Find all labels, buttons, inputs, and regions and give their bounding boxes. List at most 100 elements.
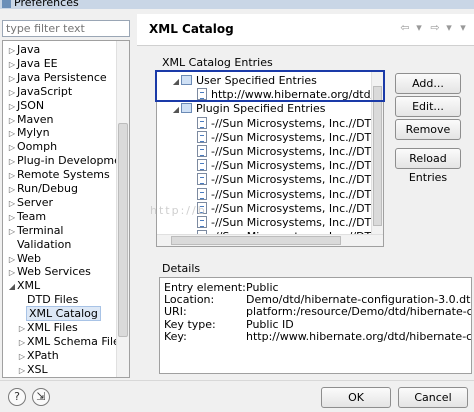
expand-arrow-icon[interactable]: ▷: [7, 197, 17, 211]
expand-arrow-icon[interactable]: ▷: [7, 114, 17, 128]
app-icon: [2, 0, 11, 8]
filter-input[interactable]: [2, 20, 130, 37]
watermark: http://b: [150, 204, 207, 217]
tree-item[interactable]: ▷ JSON: [7, 99, 44, 113]
tree-item[interactable]: ▷ XML Schema Files: [17, 335, 126, 349]
help-icon[interactable]: ?: [8, 388, 26, 406]
expand-arrow-icon[interactable]: ▷: [7, 58, 17, 72]
expand-arrow-icon[interactable]: ▷: [7, 183, 17, 197]
dropdown-icon[interactable]: ▾: [443, 20, 455, 36]
tree-item[interactable]: ▷ Java EE: [7, 57, 58, 71]
vertical-scrollbar[interactable]: [116, 41, 129, 377]
tree-item-label: Web: [17, 251, 41, 265]
expand-arrow-icon[interactable]: ▷: [17, 364, 27, 377]
expand-arrow-icon[interactable]: ▷: [17, 350, 27, 364]
tree-item[interactable]: ▷ XSL: [17, 363, 48, 377]
scrollbar-thumb[interactable]: [118, 123, 128, 337]
tree-item[interactable]: DTD Files: [17, 293, 78, 307]
detail-row: Key type: Public ID: [164, 317, 294, 331]
tree-item[interactable]: ▷ Run/Debug: [7, 182, 78, 196]
tree-item-label: Remote Systems: [17, 168, 110, 182]
tree-item[interactable]: ▷ Oomph: [7, 140, 57, 154]
tree-item[interactable]: ▷ XML Files: [17, 321, 78, 335]
tree-item[interactable]: Validation: [7, 238, 71, 252]
catalog-entry[interactable]: -//Sun Microsystems, Inc.//DTD J2EE A: [197, 187, 383, 202]
entry-label: -//Sun Microsystems, Inc.//DTD Conne: [211, 116, 383, 130]
cancel-button[interactable]: Cancel: [398, 387, 468, 408]
expand-arrow-icon[interactable]: ▷: [7, 266, 17, 280]
expand-arrow-icon[interactable]: ▷: [17, 336, 27, 350]
expand-arrow-icon[interactable]: ▷: [7, 141, 17, 155]
tree-item[interactable]: ◢ XML: [7, 279, 40, 293]
document-icon: [197, 130, 207, 143]
tree-item-label: Plug-in Development: [17, 154, 130, 168]
remove-button[interactable]: Remove: [395, 119, 461, 140]
expand-arrow-icon[interactable]: ▷: [7, 169, 17, 183]
reload-entries-button[interactable]: Reload Entries: [395, 148, 461, 184]
tree-item[interactable]: ▷ Web: [7, 252, 41, 266]
menu-icon[interactable]: ▾: [457, 20, 469, 36]
edit-button[interactable]: Edit...: [395, 96, 461, 117]
tree-item-label: XML Files: [27, 321, 78, 334]
catalog-entry[interactable]: -//Sun Microsystems, Inc.//DTD J2EE A: [197, 201, 383, 216]
detail-value: platform:/resource/Demo/dtd/hibernate-co…: [246, 305, 472, 319]
tree-item-label: Validation: [17, 237, 72, 251]
scrollbar-thumb[interactable]: [373, 86, 382, 226]
detail-key: Entry element:: [164, 281, 246, 294]
tree-item-label: Oomph: [17, 140, 58, 154]
entry-label: Plugin Specified Entries: [196, 102, 326, 116]
catalog-entry[interactable]: -//Sun Microsystems, Inc.//DTD Facele: [197, 173, 383, 187]
selection-highlight: [155, 70, 385, 102]
dropdown-icon[interactable]: ▾: [413, 20, 425, 36]
tree-item[interactable]: ▷ Plug-in Development: [7, 154, 130, 169]
expand-arrow-icon[interactable]: ▷: [7, 127, 17, 141]
tree-item-label: Java EE: [17, 56, 58, 70]
expand-arrow-icon[interactable]: ▷: [7, 44, 17, 58]
tree-item[interactable]: XML Catalog: [17, 306, 101, 322]
expand-arrow-icon[interactable]: ▷: [7, 100, 17, 114]
catalog-entry[interactable]: -//Sun Microsystems, Inc.//DTD Enterp: [197, 130, 383, 145]
detail-value: Public ID: [246, 317, 294, 331]
entry-group[interactable]: ◢ Plugin Specified Entries: [171, 102, 326, 116]
entry-label: -//Sun Microsystems, Inc.//DTD J2EE A: [211, 187, 383, 201]
expand-arrow-icon[interactable]: ◢: [7, 280, 17, 294]
entry-label: -//Sun Microsystems, Inc.//DTD Enterp: [211, 130, 383, 144]
tree-item[interactable]: ▷ Web Services: [7, 265, 91, 279]
expand-arrow-icon[interactable]: ▷: [7, 86, 17, 100]
horizontal-scrollbar[interactable]: [157, 234, 383, 246]
catalog-entry[interactable]: -//Sun Microsystems, Inc.//DTD Enterp: [197, 145, 383, 159]
tree-item[interactable]: ▷ Java Persistence: [7, 71, 107, 85]
ok-button[interactable]: OK: [321, 387, 391, 408]
entries-label: XML Catalog Entries: [162, 56, 273, 69]
footer: ? ⇲ OK Cancel: [0, 380, 474, 412]
tree-item[interactable]: ▷ Mylyn: [7, 126, 50, 140]
details-label: Details: [162, 262, 201, 275]
tree-item[interactable]: ▷ Remote Systems: [7, 168, 110, 182]
catalog-entry[interactable]: -//Sun Microsystems, Inc.//DTD Conne: [197, 116, 383, 131]
tree-item[interactable]: ▷ Team: [7, 210, 46, 224]
expand-arrow-icon[interactable]: ▷: [7, 211, 17, 225]
expand-arrow-icon[interactable]: ▷: [17, 322, 27, 336]
tree-item[interactable]: ▷ Terminal: [7, 224, 64, 238]
import-icon[interactable]: ⇲: [32, 388, 50, 406]
tree-item[interactable]: ▷ Java: [7, 43, 40, 57]
add-button[interactable]: Add...: [395, 73, 461, 94]
catalog-entry[interactable]: -//Sun Microsystems, Inc.//DTD Facele: [197, 159, 383, 173]
tree-item[interactable]: ▷ JavaScript: [7, 85, 72, 99]
tree-item-label: Java Persistence: [17, 70, 107, 84]
expand-arrow-icon[interactable]: ◢: [171, 103, 181, 117]
tree-item[interactable]: ▷ Maven: [7, 113, 54, 128]
expand-arrow-icon[interactable]: ▷: [7, 253, 17, 267]
expand-arrow-icon[interactable]: ▷: [7, 72, 17, 86]
expand-arrow-icon[interactable]: ▷: [7, 225, 17, 239]
tree-item[interactable]: ▷ XPath: [17, 349, 59, 363]
tree-item-label: JSON: [17, 98, 45, 112]
tree-item-label: Server: [17, 195, 54, 209]
back-arrow-icon[interactable]: ⇦: [399, 20, 411, 36]
document-icon: [197, 116, 207, 129]
forward-arrow-icon[interactable]: ⇨: [429, 20, 441, 36]
tree-item[interactable]: ▷ Server: [7, 196, 53, 210]
expand-arrow-icon[interactable]: ▷: [7, 155, 17, 169]
catalog-entry[interactable]: -//Sun Microsystems, Inc.//DTD J2EE A: [197, 216, 383, 230]
scrollbar-thumb[interactable]: [171, 236, 341, 245]
